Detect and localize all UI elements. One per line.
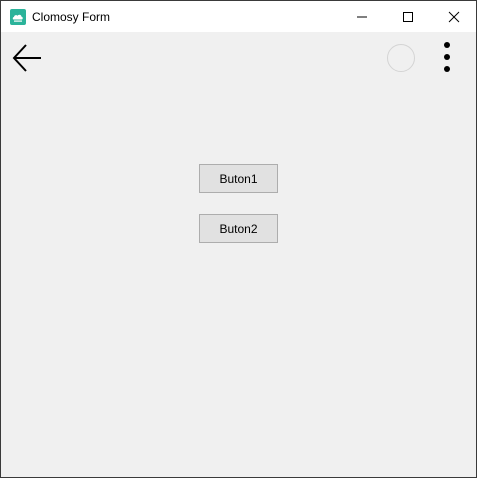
back-button[interactable] — [9, 40, 45, 76]
maximize-icon — [403, 11, 413, 22]
close-icon — [448, 11, 460, 22]
arrow-left-icon — [12, 44, 41, 72]
title-bar[interactable]: Clomosy Form — [1, 1, 476, 32]
maximize-button[interactable] — [385, 1, 431, 32]
app-window: Clomosy Form Buton1 Buton2 — [0, 0, 477, 478]
close-button[interactable] — [431, 1, 476, 32]
more-options-button[interactable] — [435, 40, 459, 76]
minimize-button[interactable] — [339, 1, 385, 32]
minimize-icon — [357, 16, 367, 17]
button-1[interactable]: Buton1 — [199, 164, 278, 193]
circle-icon[interactable] — [386, 43, 416, 73]
window-title: Clomosy Form — [32, 10, 111, 24]
clomosy-app-icon — [10, 9, 26, 25]
toolbar — [1, 32, 476, 84]
more-vertical-icon — [444, 42, 450, 72]
button-2[interactable]: Buton2 — [199, 214, 278, 243]
